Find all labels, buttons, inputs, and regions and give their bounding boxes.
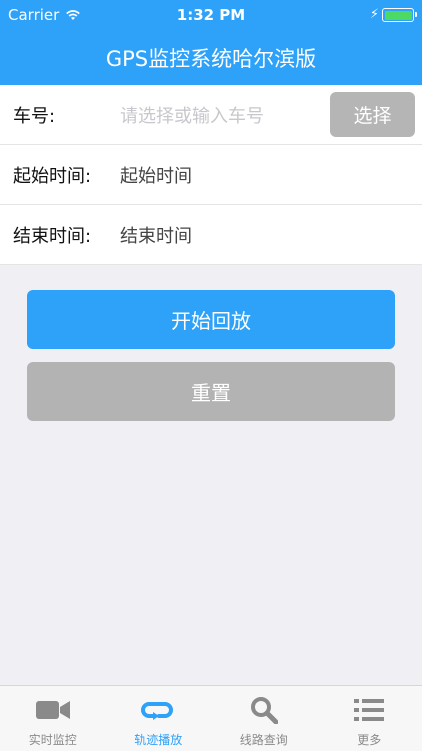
tab-label: 更多 [357,731,381,748]
end-time-field[interactable]: 结束时间 [120,222,192,248]
start-playback-button[interactable]: 开始回放 [27,290,395,349]
battery-icon [382,8,414,22]
vehicle-input[interactable]: 请选择或输入车号 [120,102,264,128]
tab-label: 线路查询 [240,731,288,748]
tab-label: 实时监控 [29,731,77,748]
vehicle-label: 车号: [13,102,55,128]
status-time: 1:32 PM [0,6,422,24]
tab-realtime-monitor[interactable]: 实时监控 [0,686,106,751]
reset-button[interactable]: 重置 [27,362,395,421]
tab-label: 轨迹播放 [134,731,182,748]
playback-form: 车号: 请选择或输入车号 选择 起始时间: 起始时间 结束时间: 结束时间 [0,85,422,265]
tab-bar: 实时监控 轨迹播放 线路查询 [0,685,422,751]
charging-icon: ⚡ [370,7,379,22]
video-camera-icon [35,699,71,721]
end-time-label: 结束时间: [13,222,91,248]
page-title: GPS监控系统哈尔滨版 [106,43,316,73]
nav-bar: GPS监控系统哈尔滨版 [0,30,422,85]
tab-track-playback[interactable]: 轨迹播放 [106,686,212,751]
search-icon [250,696,278,724]
tab-more[interactable]: 更多 [317,686,422,751]
list-icon [354,698,384,722]
status-bar: Carrier 1:32 PM ⚡ [0,0,422,30]
vehicle-row: 车号: 请选择或输入车号 选择 [0,85,422,145]
end-time-row[interactable]: 结束时间: 结束时间 [0,205,422,265]
start-time-label: 起始时间: [13,162,91,188]
select-vehicle-button[interactable]: 选择 [330,92,415,137]
tab-route-query[interactable]: 线路查询 [211,686,317,751]
replay-loop-icon [141,697,175,723]
start-time-field[interactable]: 起始时间 [120,162,192,188]
start-time-row[interactable]: 起始时间: 起始时间 [0,145,422,205]
